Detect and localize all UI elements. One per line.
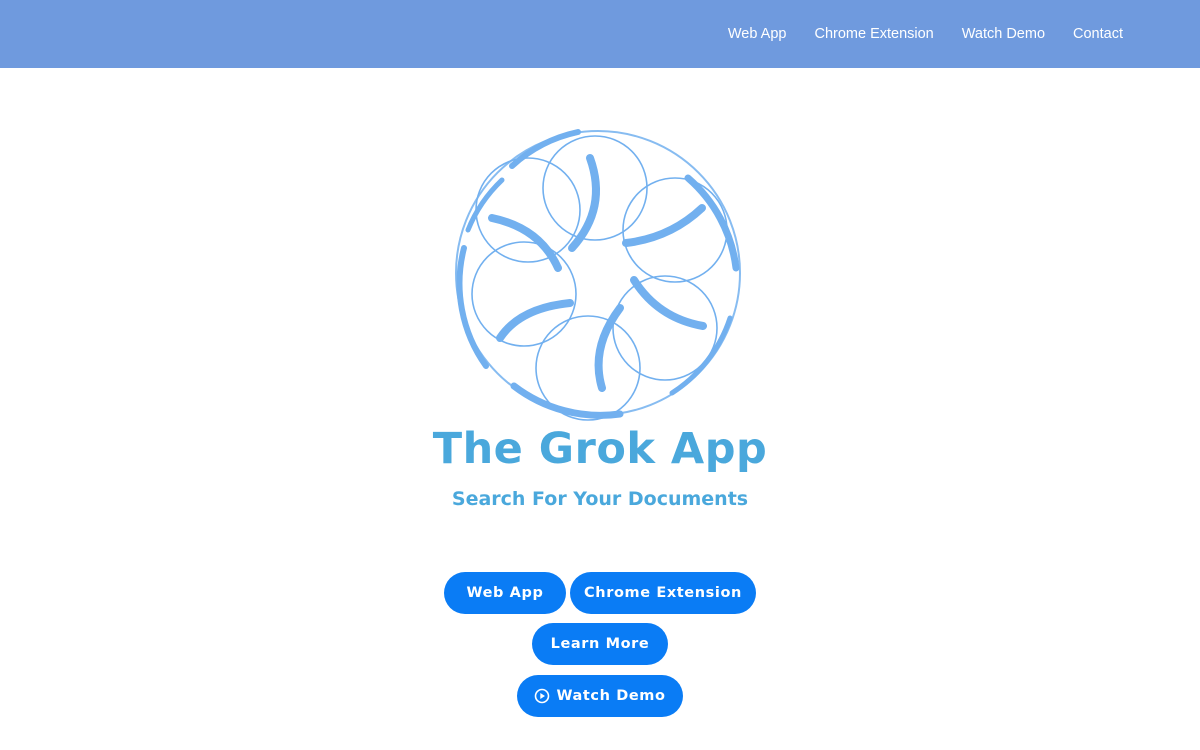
web-app-button-label: Web App xyxy=(466,585,544,601)
chrome-extension-button[interactable]: Chrome Extension xyxy=(570,572,756,614)
nav-link-contact[interactable]: Contact xyxy=(1073,26,1123,42)
play-circle-icon xyxy=(534,688,550,704)
swirl-logo-icon xyxy=(440,118,760,428)
top-navigation-bar: Web App Chrome Extension Watch Demo Cont… xyxy=(0,0,1200,68)
watch-demo-button[interactable]: Watch Demo xyxy=(517,675,683,717)
watch-demo-button-label: Watch Demo xyxy=(556,688,666,704)
web-app-button[interactable]: Web App xyxy=(444,572,566,614)
page-title: The Grok App xyxy=(432,424,768,474)
nav-link-web-app[interactable]: Web App xyxy=(728,26,787,42)
nav-link-watch-demo[interactable]: Watch Demo xyxy=(962,26,1045,42)
learn-more-button-label: Learn More xyxy=(550,636,650,652)
learn-more-button[interactable]: Learn More xyxy=(532,623,668,665)
nav-link-chrome-extension[interactable]: Chrome Extension xyxy=(814,26,933,42)
chrome-extension-button-label: Chrome Extension xyxy=(584,585,742,601)
page-subtitle: Search For Your Documents xyxy=(451,488,749,510)
nav-links: Web App Chrome Extension Watch Demo Cont… xyxy=(700,0,1123,68)
